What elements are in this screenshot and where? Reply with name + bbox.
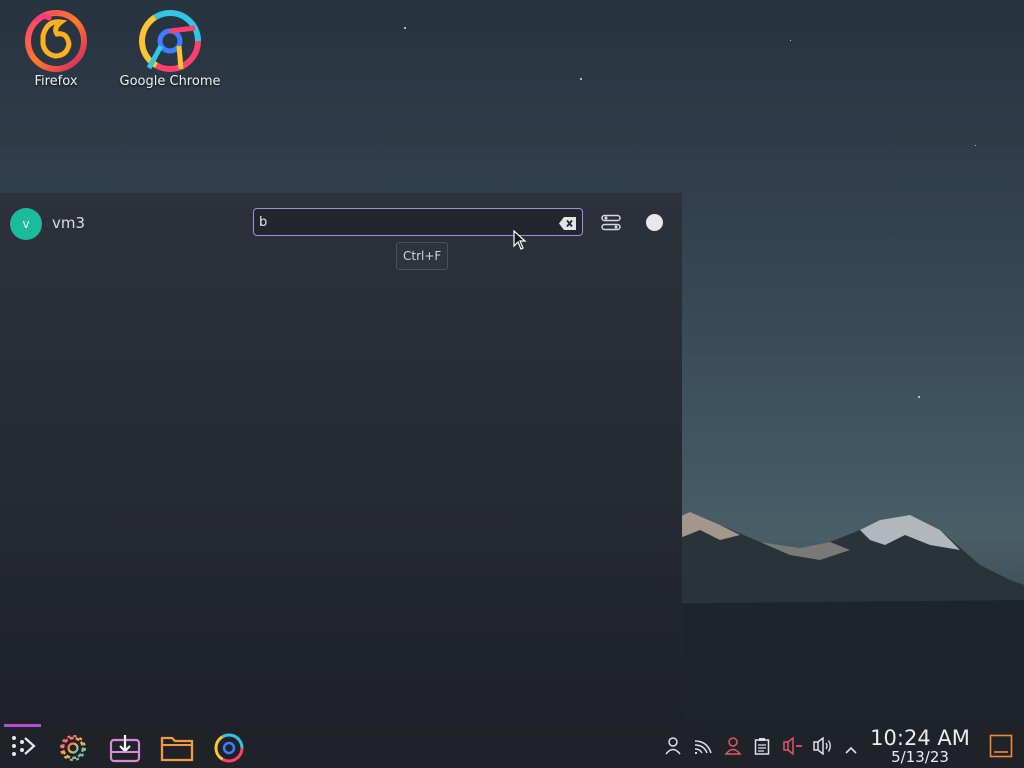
desktop-icon-firefox[interactable]: Firefox [0,6,112,89]
search-field[interactable] [253,208,583,236]
app-launcher-icon[interactable] [10,733,36,763]
shortcut-tooltip: Ctrl+F [396,242,449,270]
active-task-indicator [4,724,41,727]
user-avatar[interactable]: v [10,208,42,240]
star [790,40,791,41]
show-desktop-icon[interactable] [989,734,1013,762]
expand-tray-icon[interactable] [844,740,858,759]
chrome-icon[interactable] [212,732,246,768]
star [918,396,920,398]
desktop-icon-label: Firefox [34,74,78,89]
chrome-icon [139,10,201,72]
star [975,145,976,146]
firefox-icon [25,10,87,72]
search-input[interactable] [259,212,549,232]
power-icon[interactable] [646,214,663,231]
taskbar: 10:24 AM 5/13/23 [0,724,1024,768]
discover-icon[interactable] [108,732,142,768]
microphone-muted-icon[interactable] [783,736,803,759]
mouse-cursor-icon [513,230,527,250]
desktop-icon-google-chrome[interactable]: Google Chrome [114,6,226,89]
user-name: vm3 [52,214,86,232]
clock-date[interactable]: 5/13/23 [868,748,972,766]
configure-icon[interactable] [601,214,621,236]
desktop-icon-label: Google Chrome [119,74,221,89]
clock-time[interactable]: 10:24 AM [868,726,972,750]
network-icon[interactable] [693,737,713,759]
volume-icon[interactable] [813,736,833,759]
application-launcher-panel: v vm3 Ctrl+F [0,193,682,725]
avatar-letter: v [22,217,30,231]
clipboard-icon[interactable] [754,737,770,759]
user-icon[interactable] [664,737,682,759]
star [404,27,406,29]
file-manager-icon[interactable] [160,732,194,768]
star [580,78,582,80]
user-switcher-icon[interactable] [724,737,742,759]
settings-icon[interactable] [57,732,89,768]
clear-text-icon[interactable] [559,215,576,234]
